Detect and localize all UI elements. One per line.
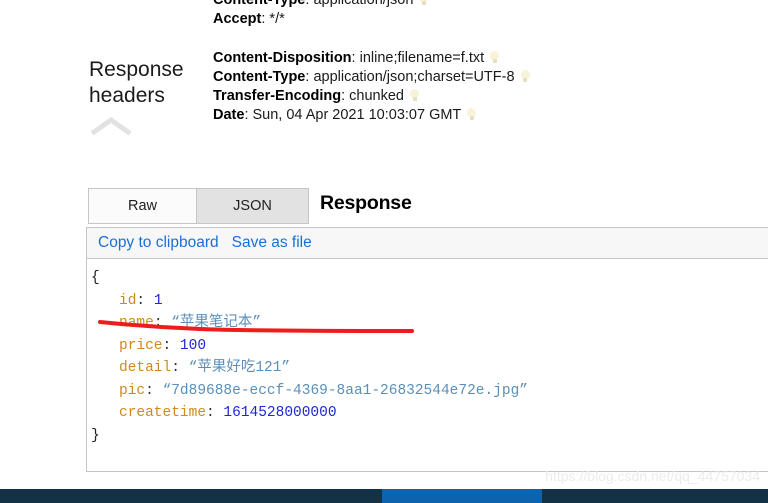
lightbulb-icon[interactable]	[520, 70, 530, 83]
page-title: Response	[320, 192, 412, 214]
json-key: price	[119, 337, 163, 354]
json-value: 1	[153, 292, 163, 309]
json-close-brace: }	[91, 427, 100, 444]
json-value: “7d89688e-eccf-4369-8aa1-26832544e72e.jp…	[162, 382, 528, 399]
header-line: Content-Disposition: inline;filename=f.t…	[213, 49, 753, 68]
json-colon: :	[136, 292, 154, 309]
json-value: “苹果好吃121”	[188, 360, 291, 376]
json-entry: pic: “7d89688e-eccf-4369-8aa1-26832544e7…	[91, 380, 768, 403]
json-value: “苹果笔记本”	[171, 315, 262, 331]
json-entry-list: id: 1 name: “苹果笔记本” price: 100 detail: “苹果好…	[91, 290, 768, 425]
header-value: application/json;charset=UTF-8	[313, 69, 515, 85]
lightbulb-icon[interactable]	[467, 108, 477, 121]
json-entry: detail: “苹果好吃121”	[91, 357, 768, 380]
json-entry: id: 1	[91, 290, 768, 313]
json-entry: createtime: 1614528000000	[91, 402, 768, 425]
header-line: Date: Sun, 04 Apr 2021 10:03:07 GMT	[213, 106, 753, 125]
json-key: pic	[119, 382, 146, 399]
json-colon: :	[162, 337, 180, 354]
json-value: 1614528000000	[223, 405, 337, 421]
tab-raw[interactable]: Raw	[88, 188, 196, 224]
response-headers-title-line2: headers	[89, 84, 165, 107]
taskbar	[0, 489, 768, 503]
save-as-file-link[interactable]: Save as file	[232, 228, 312, 258]
header-value: Sun, 04 Apr 2021 10:03:07 GMT	[252, 107, 462, 123]
json-open-brace: {	[91, 270, 100, 286]
header-line: Accept: */*	[213, 10, 733, 29]
lightbulb-icon[interactable]	[410, 89, 419, 102]
json-key: detail	[119, 360, 172, 376]
header-separator: :	[351, 50, 360, 66]
header-name: Transfer-Encoding	[213, 88, 342, 104]
json-colon: :	[206, 405, 224, 421]
header-separator: :	[244, 107, 253, 123]
header-value: application/json	[313, 0, 414, 8]
json-colon: :	[145, 382, 163, 399]
header-value: chunked	[349, 88, 404, 104]
watermark-text: https://blog.csdn.net/qq_44757034	[545, 468, 760, 484]
request-headers-list: Content-Type: application/json Accept: */…	[213, 0, 733, 29]
header-name: Content-Disposition	[213, 50, 352, 66]
header-value: inline;filename=f.txt	[359, 50, 485, 66]
taskbar-active-item[interactable]	[382, 489, 542, 503]
tab-json[interactable]: JSON	[196, 188, 309, 224]
copy-to-clipboard-link[interactable]: Copy to clipboard	[98, 228, 219, 258]
json-key: name	[119, 315, 154, 331]
header-value: */*	[269, 11, 285, 27]
json-entry: price: 100	[91, 335, 768, 358]
header-name: Content-Type	[213, 0, 306, 8]
response-headers-title: Response headers	[89, 57, 209, 109]
response-format-tabs[interactable]: Raw JSON	[88, 188, 309, 224]
response-headers-title-line1: Response	[89, 58, 184, 81]
json-key: createtime	[119, 405, 207, 421]
json-value: 100	[179, 337, 207, 354]
json-key: id	[119, 292, 137, 309]
header-line: Content-Type: application/json;charset=U…	[213, 68, 753, 87]
json-colon: :	[153, 315, 172, 331]
json-viewer-toolbar: Copy to clipboard Save as file	[87, 228, 768, 259]
header-separator: :	[341, 88, 350, 104]
json-entry: name: “苹果笔记本”	[91, 312, 768, 335]
lightbulb-icon[interactable]	[419, 0, 429, 6]
json-viewer-panel: Copy to clipboard Save as file { id: 1 nam…	[86, 227, 768, 472]
json-code-block: { id: 1 name: “苹果笔记本” price: 100 detail: “苹…	[87, 259, 768, 471]
header-name: Accept	[213, 11, 262, 27]
header-name: Date	[213, 107, 245, 123]
header-line: Content-Type: application/json	[213, 0, 733, 10]
lightbulb-icon[interactable]	[490, 51, 500, 64]
json-colon: :	[171, 360, 189, 376]
chevron-up-icon[interactable]	[90, 115, 132, 137]
header-name: Content-Type	[213, 69, 306, 85]
response-headers-list: Content-Disposition: inline;filename=f.t…	[213, 49, 753, 125]
header-line: Transfer-Encoding: chunked	[213, 87, 753, 106]
